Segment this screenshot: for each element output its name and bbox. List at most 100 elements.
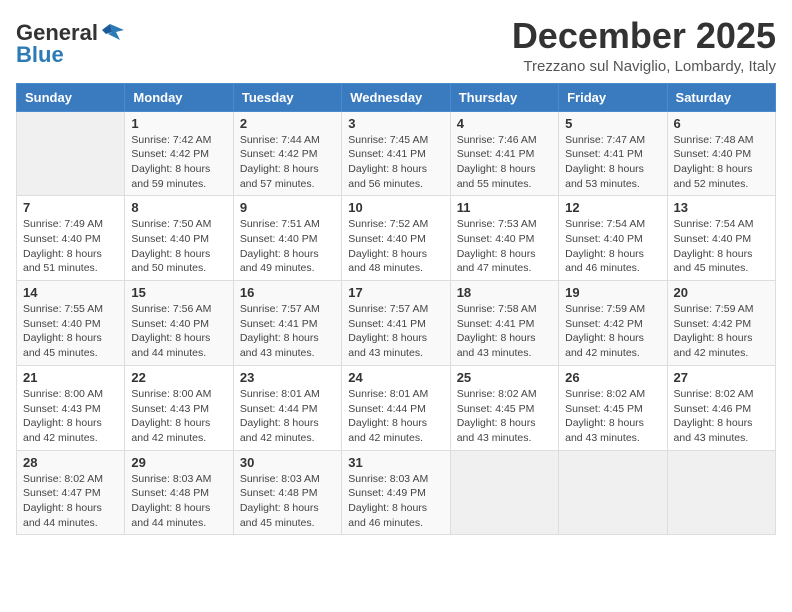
week-row-2: 7 Sunrise: 7:49 AMSunset: 4:40 PMDaylight…: [17, 196, 776, 281]
calendar-cell: 27 Sunrise: 8:02 AMSunset: 4:46 PMDayligh…: [667, 365, 775, 450]
calendar-cell: 17 Sunrise: 7:57 AMSunset: 4:41 PMDayligh…: [342, 281, 450, 366]
day-info: Sunrise: 7:55 AMSunset: 4:40 PMDaylight:…: [23, 302, 118, 361]
calendar-cell: 15Sunrise: 7:56 AMSunset: 4:40 PMDayligh…: [125, 281, 233, 366]
weekday-header-monday: Monday: [125, 83, 233, 111]
calendar-cell: [667, 450, 775, 535]
day-info: Sunrise: 7:57 AMSunset: 4:41 PMDaylight:…: [348, 302, 443, 361]
day-info: Sunrise: 7:53 AMSunset: 4:40 PMDaylight:…: [457, 217, 552, 276]
day-info: Sunrise: 8:02 AMSunset: 4:46 PMDaylight:…: [674, 387, 769, 446]
day-info: Sunrise: 7:49 AMSunset: 4:40 PMDaylight:…: [23, 217, 118, 276]
day-info: Sunrise: 7:56 AMSunset: 4:40 PMDaylight:…: [131, 302, 226, 361]
day-number: 14: [23, 285, 118, 300]
page-header: General Blue December 2025 Trezzano sul …: [16, 16, 776, 75]
day-info: Sunrise: 7:50 AMSunset: 4:40 PMDaylight:…: [131, 217, 226, 276]
location: Trezzano sul Naviglio, Lombardy, Italy: [512, 58, 776, 75]
day-info: Sunrise: 8:00 AMSunset: 4:43 PMDaylight:…: [23, 387, 118, 446]
calendar-cell: 8 Sunrise: 7:50 AMSunset: 4:40 PMDaylight…: [125, 196, 233, 281]
day-info: Sunrise: 7:59 AMSunset: 4:42 PMDaylight:…: [674, 302, 769, 361]
calendar-cell: 29 Sunrise: 8:03 AMSunset: 4:48 PMDayligh…: [125, 450, 233, 535]
month-title: December 2025: [512, 16, 776, 56]
day-info: Sunrise: 7:42 AMSunset: 4:42 PMDaylight:…: [131, 133, 226, 192]
weekday-header-friday: Friday: [559, 83, 667, 111]
day-info: Sunrise: 8:03 AMSunset: 4:48 PMDaylight:…: [131, 472, 226, 531]
day-info: Sunrise: 8:02 AMSunset: 4:47 PMDaylight:…: [23, 472, 118, 531]
day-number: 23: [240, 370, 335, 385]
day-number: 9: [240, 200, 335, 215]
calendar-cell: 18 Sunrise: 7:58 AMSunset: 4:41 PMDayligh…: [450, 281, 558, 366]
calendar-cell: 22Sunrise: 8:00 AMSunset: 4:43 PMDayligh…: [125, 365, 233, 450]
calendar-cell: 12 Sunrise: 7:54 AMSunset: 4:40 PMDayligh…: [559, 196, 667, 281]
week-row-4: 21 Sunrise: 8:00 AMSunset: 4:43 PMDayligh…: [17, 365, 776, 450]
day-number: 18: [457, 285, 552, 300]
calendar-cell: 10 Sunrise: 7:52 AMSunset: 4:40 PMDayligh…: [342, 196, 450, 281]
day-number: 27: [674, 370, 769, 385]
weekday-header-row: SundayMondayTuesdayWednesdayThursdayFrid…: [17, 83, 776, 111]
calendar-cell: 4Sunrise: 7:46 AMSunset: 4:41 PMDaylight…: [450, 111, 558, 196]
day-number: 8: [131, 200, 226, 215]
calendar-cell: 1 Sunrise: 7:42 AMSunset: 4:42 PMDaylight…: [125, 111, 233, 196]
calendar-cell: 28Sunrise: 8:02 AMSunset: 4:47 PMDayligh…: [17, 450, 125, 535]
day-info: Sunrise: 7:51 AMSunset: 4:40 PMDaylight:…: [240, 217, 335, 276]
day-info: Sunrise: 8:01 AMSunset: 4:44 PMDaylight:…: [240, 387, 335, 446]
calendar-cell: 9 Sunrise: 7:51 AMSunset: 4:40 PMDaylight…: [233, 196, 341, 281]
day-number: 30: [240, 455, 335, 470]
logo: General Blue: [16, 20, 126, 68]
day-number: 2: [240, 116, 335, 131]
day-number: 12: [565, 200, 660, 215]
day-info: Sunrise: 7:47 AMSunset: 4:41 PMDaylight:…: [565, 133, 660, 192]
calendar-cell: [559, 450, 667, 535]
day-number: 5: [565, 116, 660, 131]
calendar-cell: 5 Sunrise: 7:47 AMSunset: 4:41 PMDaylight…: [559, 111, 667, 196]
day-info: Sunrise: 8:03 AMSunset: 4:49 PMDaylight:…: [348, 472, 443, 531]
day-number: 21: [23, 370, 118, 385]
calendar-table: SundayMondayTuesdayWednesdayThursdayFrid…: [16, 83, 776, 536]
calendar-cell: 23 Sunrise: 8:01 AMSunset: 4:44 PMDayligh…: [233, 365, 341, 450]
day-number: 1: [131, 116, 226, 131]
day-number: 29: [131, 455, 226, 470]
calendar-cell: 2Sunrise: 7:44 AMSunset: 4:42 PMDaylight…: [233, 111, 341, 196]
weekday-header-wednesday: Wednesday: [342, 83, 450, 111]
weekday-header-sunday: Sunday: [17, 83, 125, 111]
day-info: Sunrise: 7:48 AMSunset: 4:40 PMDaylight:…: [674, 133, 769, 192]
day-info: Sunrise: 7:57 AMSunset: 4:41 PMDaylight:…: [240, 302, 335, 361]
calendar-cell: 6 Sunrise: 7:48 AMSunset: 4:40 PMDaylight…: [667, 111, 775, 196]
calendar-cell: 26 Sunrise: 8:02 AMSunset: 4:45 PMDayligh…: [559, 365, 667, 450]
logo-blue-text: Blue: [16, 42, 64, 68]
calendar-cell: 16 Sunrise: 7:57 AMSunset: 4:41 PMDayligh…: [233, 281, 341, 366]
week-row-5: 28Sunrise: 8:02 AMSunset: 4:47 PMDayligh…: [17, 450, 776, 535]
calendar-cell: 13 Sunrise: 7:54 AMSunset: 4:40 PMDayligh…: [667, 196, 775, 281]
week-row-3: 14 Sunrise: 7:55 AMSunset: 4:40 PMDayligh…: [17, 281, 776, 366]
calendar-cell: 7 Sunrise: 7:49 AMSunset: 4:40 PMDaylight…: [17, 196, 125, 281]
day-number: 26: [565, 370, 660, 385]
day-info: Sunrise: 7:54 AMSunset: 4:40 PMDaylight:…: [674, 217, 769, 276]
weekday-header-saturday: Saturday: [667, 83, 775, 111]
day-number: 7: [23, 200, 118, 215]
day-number: 17: [348, 285, 443, 300]
day-info: Sunrise: 8:02 AMSunset: 4:45 PMDaylight:…: [565, 387, 660, 446]
calendar-cell: 30 Sunrise: 8:03 AMSunset: 4:48 PMDayligh…: [233, 450, 341, 535]
calendar-cell: 24Sunrise: 8:01 AMSunset: 4:44 PMDayligh…: [342, 365, 450, 450]
calendar-cell: 19Sunrise: 7:59 AMSunset: 4:42 PMDayligh…: [559, 281, 667, 366]
day-number: 11: [457, 200, 552, 215]
day-number: 6: [674, 116, 769, 131]
day-number: 16: [240, 285, 335, 300]
title-block: December 2025 Trezzano sul Naviglio, Lom…: [512, 16, 776, 75]
calendar-cell: 25Sunrise: 8:02 AMSunset: 4:45 PMDayligh…: [450, 365, 558, 450]
day-info: Sunrise: 8:00 AMSunset: 4:43 PMDaylight:…: [131, 387, 226, 446]
weekday-header-thursday: Thursday: [450, 83, 558, 111]
day-info: Sunrise: 7:46 AMSunset: 4:41 PMDaylight:…: [457, 133, 552, 192]
calendar-cell: 31Sunrise: 8:03 AMSunset: 4:49 PMDayligh…: [342, 450, 450, 535]
calendar-cell: 21 Sunrise: 8:00 AMSunset: 4:43 PMDayligh…: [17, 365, 125, 450]
day-number: 10: [348, 200, 443, 215]
day-number: 3: [348, 116, 443, 131]
day-info: Sunrise: 7:52 AMSunset: 4:40 PMDaylight:…: [348, 217, 443, 276]
week-row-1: 1 Sunrise: 7:42 AMSunset: 4:42 PMDaylight…: [17, 111, 776, 196]
day-number: 19: [565, 285, 660, 300]
calendar-cell: 20Sunrise: 7:59 AMSunset: 4:42 PMDayligh…: [667, 281, 775, 366]
day-info: Sunrise: 7:58 AMSunset: 4:41 PMDaylight:…: [457, 302, 552, 361]
day-info: Sunrise: 8:03 AMSunset: 4:48 PMDaylight:…: [240, 472, 335, 531]
day-info: Sunrise: 7:45 AMSunset: 4:41 PMDaylight:…: [348, 133, 443, 192]
day-number: 13: [674, 200, 769, 215]
day-info: Sunrise: 7:54 AMSunset: 4:40 PMDaylight:…: [565, 217, 660, 276]
calendar-cell: 3 Sunrise: 7:45 AMSunset: 4:41 PMDaylight…: [342, 111, 450, 196]
